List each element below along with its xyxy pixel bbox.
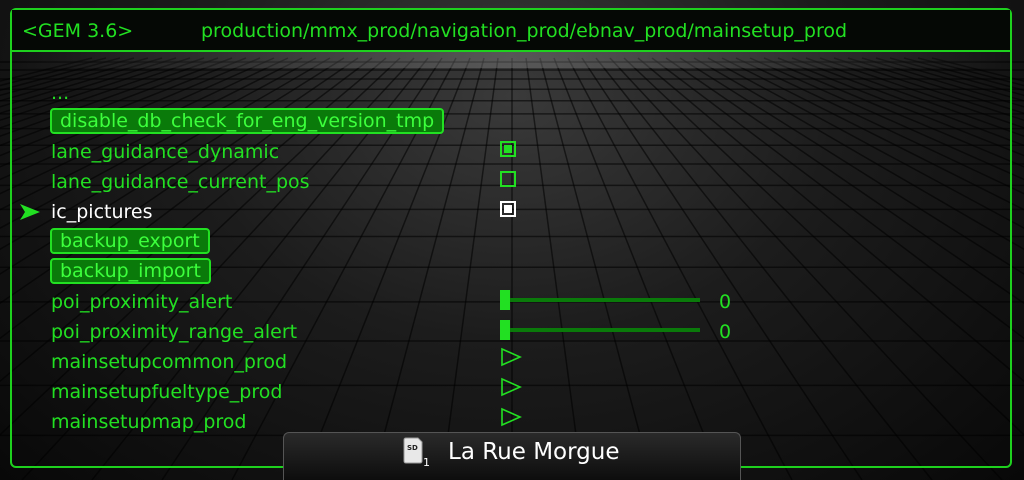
checkbox-ic-pictures[interactable] xyxy=(500,201,516,217)
slider-knob[interactable] xyxy=(500,290,510,310)
selection-arrow-icon xyxy=(20,204,40,220)
menu-path: production/mmx_prod/navigation_prod/ebna… xyxy=(201,20,848,42)
svg-text:SD: SD xyxy=(407,444,418,452)
header-shine xyxy=(12,52,1010,68)
item-lane-guidance-current-pos[interactable]: lane_guidance_current_pos xyxy=(51,170,310,194)
version-label: <GEM 3.6> xyxy=(22,20,134,42)
item-lane-guidance-dynamic[interactable]: lane_guidance_dynamic xyxy=(51,140,279,164)
submenu-arrow-icon xyxy=(501,347,522,367)
submenu-arrow-icon xyxy=(501,407,522,427)
checkbox-lane-guidance-current-pos[interactable] xyxy=(500,171,516,187)
item-mainsetupfueltype[interactable]: mainsetupfueltype_prod xyxy=(51,380,282,404)
svg-text:1: 1 xyxy=(423,456,430,467)
item-mainsetupcommon[interactable]: mainsetupcommon_prod xyxy=(51,350,287,374)
slider-value: 0 xyxy=(719,291,732,313)
item-ic-pictures[interactable]: ic_pictures xyxy=(51,200,153,224)
button-disable-db-check[interactable]: disable_db_check_for_eng_version_tmp xyxy=(50,108,445,134)
button-backup-import[interactable]: backup_import xyxy=(50,258,211,284)
sd-card-1-icon: SD 1 xyxy=(403,437,430,467)
item-poi-proximity-range-alert[interactable]: poi_proximity_range_alert xyxy=(51,320,297,344)
button-backup-export[interactable]: backup_export xyxy=(50,228,210,254)
item-mainsetupmap[interactable]: mainsetupmap_prod xyxy=(51,410,246,434)
slider-poi-proximity-alert[interactable] xyxy=(500,290,700,310)
slider-knob[interactable] xyxy=(500,320,510,340)
slider-track xyxy=(500,328,700,332)
item-poi-proximity-alert[interactable]: poi_proximity_alert xyxy=(51,290,232,314)
submenu-arrow-icon xyxy=(501,377,522,397)
slider-track xyxy=(500,298,700,302)
checkbox-lane-guidance-dynamic[interactable] xyxy=(500,141,516,157)
media-title: La Rue Morgue xyxy=(448,439,620,465)
slider-value: 0 xyxy=(719,321,732,343)
slider-poi-proximity-range-alert[interactable] xyxy=(500,320,700,340)
up-item[interactable]: ... xyxy=(51,81,69,105)
